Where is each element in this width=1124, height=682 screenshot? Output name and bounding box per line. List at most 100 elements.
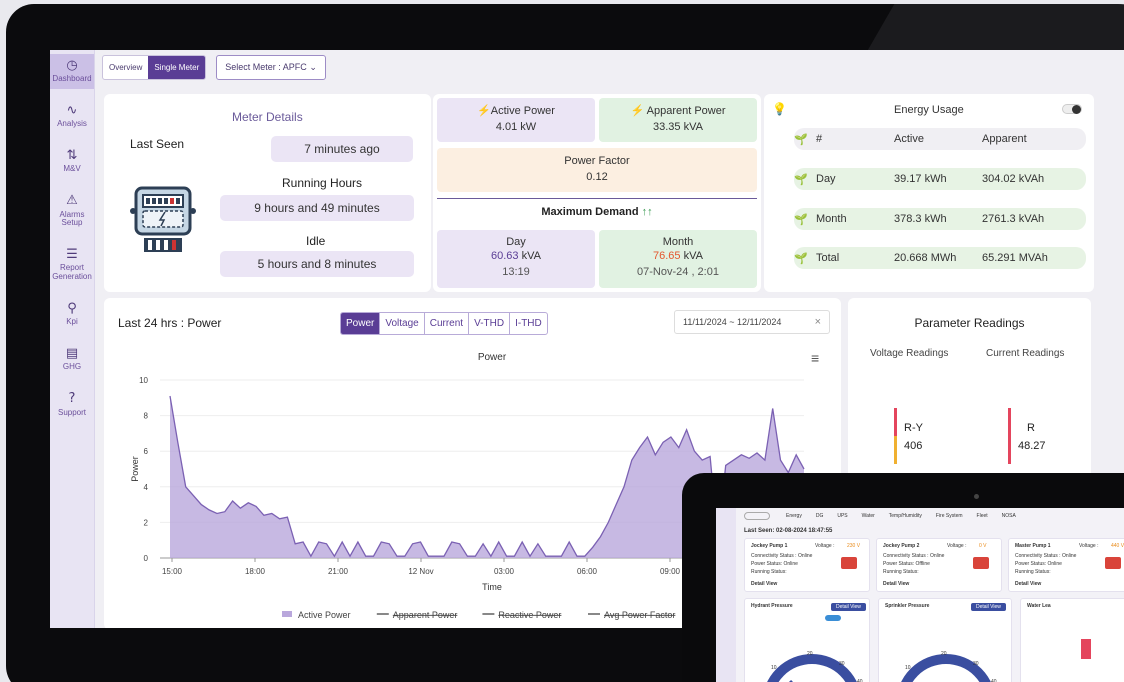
bulb-icon: 💡 (772, 102, 787, 116)
tablet-tab[interactable]: DG (816, 513, 824, 519)
pump-voltage-label: Voltage : (815, 543, 835, 549)
x-tick-label: 21:00 (328, 567, 349, 576)
sidebar-item-analysis[interactable]: ∿ Analysis (50, 99, 94, 134)
tablet-tab[interactable]: Energy (786, 513, 802, 519)
energy-row: 🌱 Month 378.3 kWh 2761.3 kVAh (794, 208, 1086, 230)
sidebar-item-support[interactable]: ? Support (50, 387, 94, 422)
tablet-tab[interactable]: NOSA (1002, 513, 1016, 519)
pump-power-status: Power Status: Offline (883, 561, 930, 567)
pump-card: Master Pump 1 Connectivity Status : Onlin… (1008, 538, 1124, 592)
chart-title: Power (478, 352, 507, 363)
power-factor-box: Power Factor 0.12 (437, 148, 757, 192)
hydrant-toggle[interactable] (825, 615, 841, 621)
idle-value: 5 hours and 8 minutes (220, 251, 414, 277)
running-hours-label: Running Hours (282, 176, 363, 190)
sidebar-item-ghg[interactable]: ▤ GHG (50, 342, 94, 377)
gauge-tick: 30 (973, 661, 979, 667)
last-seen-value: 7 minutes ago (271, 136, 413, 162)
tablet-tab[interactable]: Fire System (936, 513, 963, 519)
pump-power-status: Power Status: Online (1015, 561, 1062, 567)
apparent-power-value: 33.35 kVA (653, 121, 703, 133)
sidebar-item-label: Support (57, 407, 87, 417)
hydrant-gauge (767, 654, 857, 682)
tablet-frame: Energy DG UPS Water Temp/Humidity Fire System… (682, 473, 1124, 682)
pump-name: Jockey Pump 2 (883, 543, 920, 549)
water-card: Water Lea (1020, 598, 1124, 682)
arrows-up-icon: ↑↑ (641, 206, 653, 218)
md-month-label: Month (662, 236, 694, 248)
energy-row-label: Day (816, 173, 836, 185)
pump-connectivity: Connectivity Status : Online (1015, 553, 1077, 559)
energy-title: Energy Usage (894, 104, 964, 116)
pump-card: Jockey Pump 2 Connectivity Status : Onlin… (876, 538, 1002, 592)
apparent-power-label: Apparent Power (646, 105, 726, 117)
sidebar-item-kpi[interactable]: ⚲ Kpi (50, 297, 94, 332)
max-demand-label: Maximum Demand (541, 206, 639, 218)
tablet-tab[interactable]: UPS (837, 513, 847, 519)
md-month-value: 76.65 (653, 250, 681, 262)
energy-row-active: 378.3 kWh (894, 213, 947, 225)
sidebar-icon: ☰ (66, 247, 78, 263)
sidebar-item-m-v[interactable]: ⇅ M&V (50, 144, 94, 179)
pump-connectivity: Connectivity Status : Online (751, 553, 813, 559)
tablet-tab[interactable]: Water (862, 513, 875, 519)
divider (437, 198, 757, 199)
md-day-label: Day (506, 236, 526, 248)
current-value: 48.27 (1018, 440, 1046, 452)
pump-voltage-value: 230 V (847, 543, 861, 549)
top-bar: Overview Single Meter Select Meter : APF… (102, 54, 326, 80)
tablet-tab[interactable]: Fleet (977, 513, 988, 519)
water-alert-icon (1081, 639, 1091, 659)
energy-header-active: Active (894, 133, 924, 145)
sidebar-item-alarms-setup[interactable]: ⚠ Alarms Setup (50, 189, 94, 233)
sidebar-icon: ∿ (66, 103, 78, 119)
frame-glare (865, 4, 1124, 54)
view-toggle: Overview Single Meter (102, 54, 207, 80)
pump-name: Master Pump 1 (1015, 543, 1051, 549)
meter-select[interactable]: Select Meter : APFC ⌄ (216, 54, 326, 80)
bolt-icon: ⚡ (630, 105, 645, 117)
chevron-down-icon: ⌄ (309, 61, 317, 72)
y-axis-label: Power (130, 456, 140, 482)
y-tick-label: 8 (144, 412, 149, 421)
single-meter-tab[interactable]: Single Meter (148, 55, 206, 79)
sidebar: ◷ Dashboard ∿ Analysis ⇅ M&V ⚠ Alarms Setup ☰ Rep… (50, 50, 95, 628)
last-seen-label: Last Seen (130, 137, 185, 151)
voltage-readings-tab[interactable]: Voltage Readings (870, 348, 948, 359)
y-tick-label: 0 (144, 554, 149, 563)
current-readings-tab[interactable]: Current Readings (986, 348, 1064, 359)
energy-usage-card: 💡 Energy Usage 🌱 # Active Apparent 🌱 Day… (764, 94, 1094, 292)
water-title: Water Lea (1027, 603, 1051, 609)
y-tick-label: 10 (139, 376, 148, 385)
energy-header-row: 🌱 # Active Apparent (794, 128, 1086, 150)
energy-toggle[interactable] (1062, 104, 1082, 114)
plant-icon: 🌱 (794, 252, 808, 265)
pump-detail-link[interactable]: Detail View (751, 581, 777, 587)
x-tick-label: 12 Nov (408, 567, 433, 576)
overview-tab[interactable]: Overview (103, 56, 148, 79)
plant-icon: 🌱 (794, 133, 808, 146)
energy-row-active: 20.668 MWh (894, 252, 957, 264)
power-factor-value: 0.12 (586, 171, 608, 183)
energy-header-hash: # (816, 133, 823, 145)
pump-detail-link[interactable]: Detail View (1015, 581, 1041, 587)
legend-entry: Reactive Power (498, 610, 561, 620)
energy-row-apparent: 65.291 MVAh (982, 252, 1048, 264)
voltage-value: 406 (904, 440, 923, 452)
sidebar-item-dashboard[interactable]: ◷ Dashboard (50, 54, 94, 90)
pump-icon (1105, 557, 1121, 569)
tablet-last-seen: Last Seen: 02-08-2024 18:47:55 (744, 528, 833, 534)
current-bar (1008, 408, 1011, 464)
pump-running-status: Running Status: (883, 569, 919, 575)
meter-details-card: Meter Details Last Seen 7 minutes ago Ru… (104, 94, 431, 292)
legend-entry: Apparent Power (393, 610, 458, 620)
pump-detail-link[interactable]: Detail View (883, 581, 909, 587)
pump-voltage-label: Voltage : (1079, 543, 1099, 549)
energy-row-active: 39.17 kWh (894, 173, 947, 185)
running-hours-value: 9 hours and 49 minutes (220, 195, 414, 221)
sidebar-item-report-generation[interactable]: ☰ Report Generation (50, 243, 94, 287)
bolt-icon: ⚡ (477, 105, 491, 117)
tablet-tab[interactable]: Temp/Humidity (889, 513, 922, 519)
param-title: Parameter Readings (914, 316, 1025, 330)
md-day-value: 60.63 (491, 250, 519, 262)
